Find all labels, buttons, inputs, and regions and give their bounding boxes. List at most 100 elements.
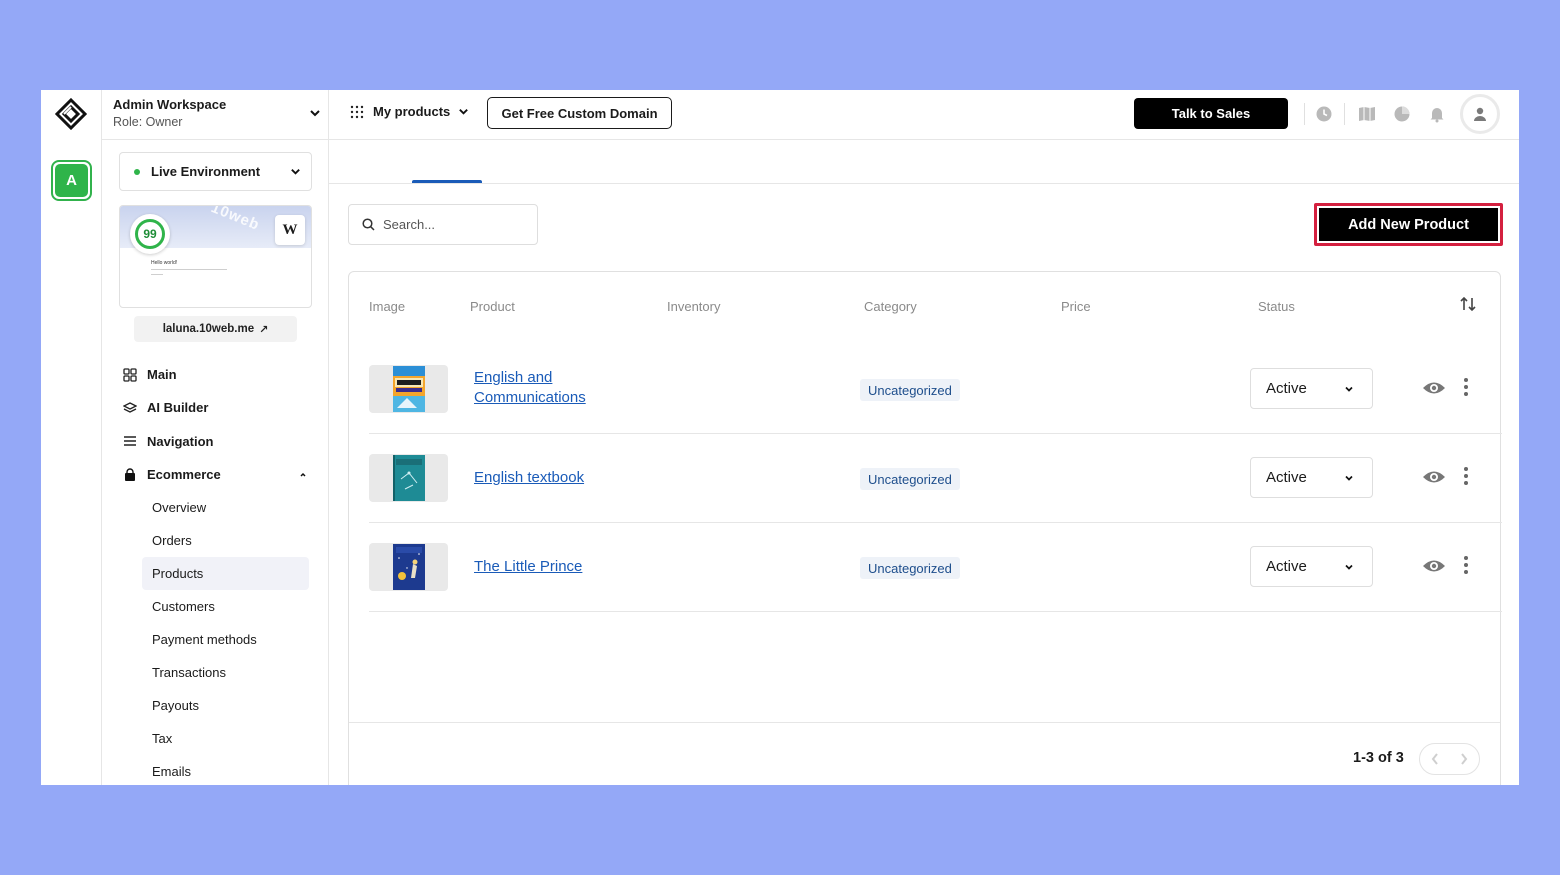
bag-icon <box>125 467 135 481</box>
tabs-strip <box>329 140 1519 184</box>
bell-icon[interactable] <box>1428 105 1446 123</box>
column-header-product[interactable]: Product <box>470 299 515 314</box>
more-options-icon[interactable] <box>1463 377 1469 397</box>
sidebar-item-navigation[interactable]: Navigation <box>102 425 329 458</box>
environment-select[interactable]: Live Environment <box>119 152 312 191</box>
chevron-down-icon <box>459 109 469 115</box>
get-free-custom-domain-button[interactable]: Get Free Custom Domain <box>487 97 672 129</box>
sidebar-item-label: Main <box>147 367 177 383</box>
external-link-icon: ↗ <box>259 323 269 336</box>
sidebar-subitem-transactions[interactable]: Transactions <box>142 656 309 689</box>
chevron-left-icon <box>1431 753 1438 765</box>
left-rail: A <box>41 90 102 785</box>
my-products-label: My products <box>373 104 451 119</box>
add-new-product-highlight: Add New Product <box>1314 203 1503 246</box>
live-status-dot <box>134 168 140 175</box>
eye-icon[interactable] <box>1422 468 1446 486</box>
ecommerce-submenu: Overview Orders Products Customers Payme… <box>102 491 329 785</box>
preview-hello-text: Hello world! <box>151 260 178 266</box>
product-name-link[interactable]: The Little Prince <box>474 557 624 577</box>
chevron-up-icon[interactable] <box>298 470 308 480</box>
sidebar-item-label: Navigation <box>147 433 214 449</box>
product-thumbnail[interactable] <box>369 543 448 591</box>
sidebar-subitem-payment-methods[interactable]: Payment methods <box>142 623 309 656</box>
category-badge: Uncategorized <box>860 468 960 490</box>
my-products-menu[interactable]: My products <box>350 104 469 119</box>
add-new-product-button[interactable]: Add New Product <box>1319 208 1498 241</box>
sidebar-subitem-products[interactable]: Products <box>142 557 309 591</box>
chevron-right-icon <box>1461 753 1468 765</box>
book-icon[interactable] <box>1358 105 1376 123</box>
category-badge: Uncategorized <box>860 557 960 579</box>
product-thumbnail[interactable] <box>369 365 448 413</box>
chevron-down-icon <box>291 169 300 175</box>
eye-icon[interactable] <box>1422 379 1446 397</box>
product-name-link[interactable]: English textbook <box>474 468 624 488</box>
talk-to-sales-button[interactable]: Talk to Sales <box>1134 98 1288 129</box>
toolbar-divider <box>1304 103 1305 125</box>
search-icon <box>362 218 375 231</box>
sidebar-subitem-orders[interactable]: Orders <box>142 524 309 557</box>
preview-text-line <box>151 269 227 270</box>
performance-score[interactable]: 99 <box>130 214 170 254</box>
more-options-icon[interactable] <box>1463 466 1469 486</box>
workspace-avatar[interactable]: A <box>51 160 92 201</box>
pie-chart-icon[interactable] <box>1393 105 1411 123</box>
status-value: Active <box>1266 558 1307 575</box>
preview-text-line <box>151 274 163 275</box>
search-input[interactable] <box>383 217 523 232</box>
product-name-link[interactable]: English and Communications <box>474 368 624 408</box>
sidebar-item-ecommerce[interactable]: Ecommerce <box>102 458 329 491</box>
sidebar-item-ai-builder[interactable]: AI Builder <box>102 391 329 424</box>
sidebar-subitem-emails[interactable]: Emails <box>142 755 309 785</box>
chevron-down-icon <box>1345 564 1353 570</box>
tenweb-logo-icon[interactable] <box>55 98 87 130</box>
previous-page-button[interactable] <box>1420 744 1450 774</box>
status-value: Active <box>1266 380 1307 397</box>
column-header-category[interactable]: Category <box>864 299 917 314</box>
user-avatar[interactable] <box>1460 94 1500 134</box>
apps-grid-icon <box>350 105 364 118</box>
workspace-avatar-letter: A <box>55 164 88 197</box>
chevron-down-icon <box>1345 475 1353 481</box>
sidebar-item-label: AI Builder <box>147 400 209 416</box>
status-select[interactable]: Active <box>1250 368 1373 409</box>
site-preview[interactable]: 10web 99 W Hello world! <box>119 205 312 308</box>
sidebar-subitem-customers[interactable]: Customers <box>142 590 309 623</box>
product-thumbnail[interactable] <box>369 454 448 502</box>
status-select[interactable]: Active <box>1250 546 1373 587</box>
site-domain-link[interactable]: laluna.10web.me ↗ <box>134 316 297 342</box>
eye-icon[interactable] <box>1422 557 1446 575</box>
app-window: A Admin Workspace Role: Owner Live Envir… <box>41 90 1519 785</box>
sidebar-subitem-payouts[interactable]: Payouts <box>142 689 309 722</box>
sidebar: Admin Workspace Role: Owner Live Environ… <box>102 90 329 785</box>
user-icon <box>1474 107 1486 121</box>
category-badge: Uncategorized <box>860 379 960 401</box>
column-header-status[interactable]: Status <box>1258 299 1295 314</box>
layers-icon <box>123 402 137 413</box>
sidebar-item-label: Ecommerce <box>147 467 221 483</box>
sidebar-subitem-tax[interactable]: Tax <box>142 722 309 755</box>
top-bar: My products Get Free Custom Domain Talk … <box>329 90 1519 140</box>
sidebar-subitem-overview[interactable]: Overview <box>142 491 309 524</box>
workspace-title: Admin Workspace <box>113 97 227 112</box>
active-tab-indicator <box>412 180 482 183</box>
pagination-count: 1-3 of 3 <box>1353 750 1404 766</box>
workspace-switcher[interactable]: Admin Workspace Role: Owner <box>102 90 329 140</box>
sidebar-nav: Main AI Builder Navigation Ecommerce Ove… <box>102 358 329 785</box>
column-header-inventory[interactable]: Inventory <box>667 299 720 314</box>
pagination-controls <box>1419 743 1480 775</box>
clock-icon[interactable] <box>1315 105 1333 123</box>
sidebar-item-main[interactable]: Main <box>102 358 329 391</box>
column-header-price[interactable]: Price <box>1061 299 1091 314</box>
sort-icon[interactable] <box>1459 295 1477 313</box>
wordpress-icon[interactable]: W <box>275 215 305 245</box>
table-row: The Little Prince Uncategorized Active <box>369 522 1502 612</box>
toolbar-divider <box>1344 103 1345 125</box>
status-select[interactable]: Active <box>1250 457 1373 498</box>
more-options-icon[interactable] <box>1463 555 1469 575</box>
table-row: English textbook Uncategorized Active <box>369 433 1502 523</box>
next-page-button[interactable] <box>1450 744 1480 774</box>
product-search[interactable] <box>348 204 538 245</box>
column-header-image: Image <box>369 299 406 314</box>
